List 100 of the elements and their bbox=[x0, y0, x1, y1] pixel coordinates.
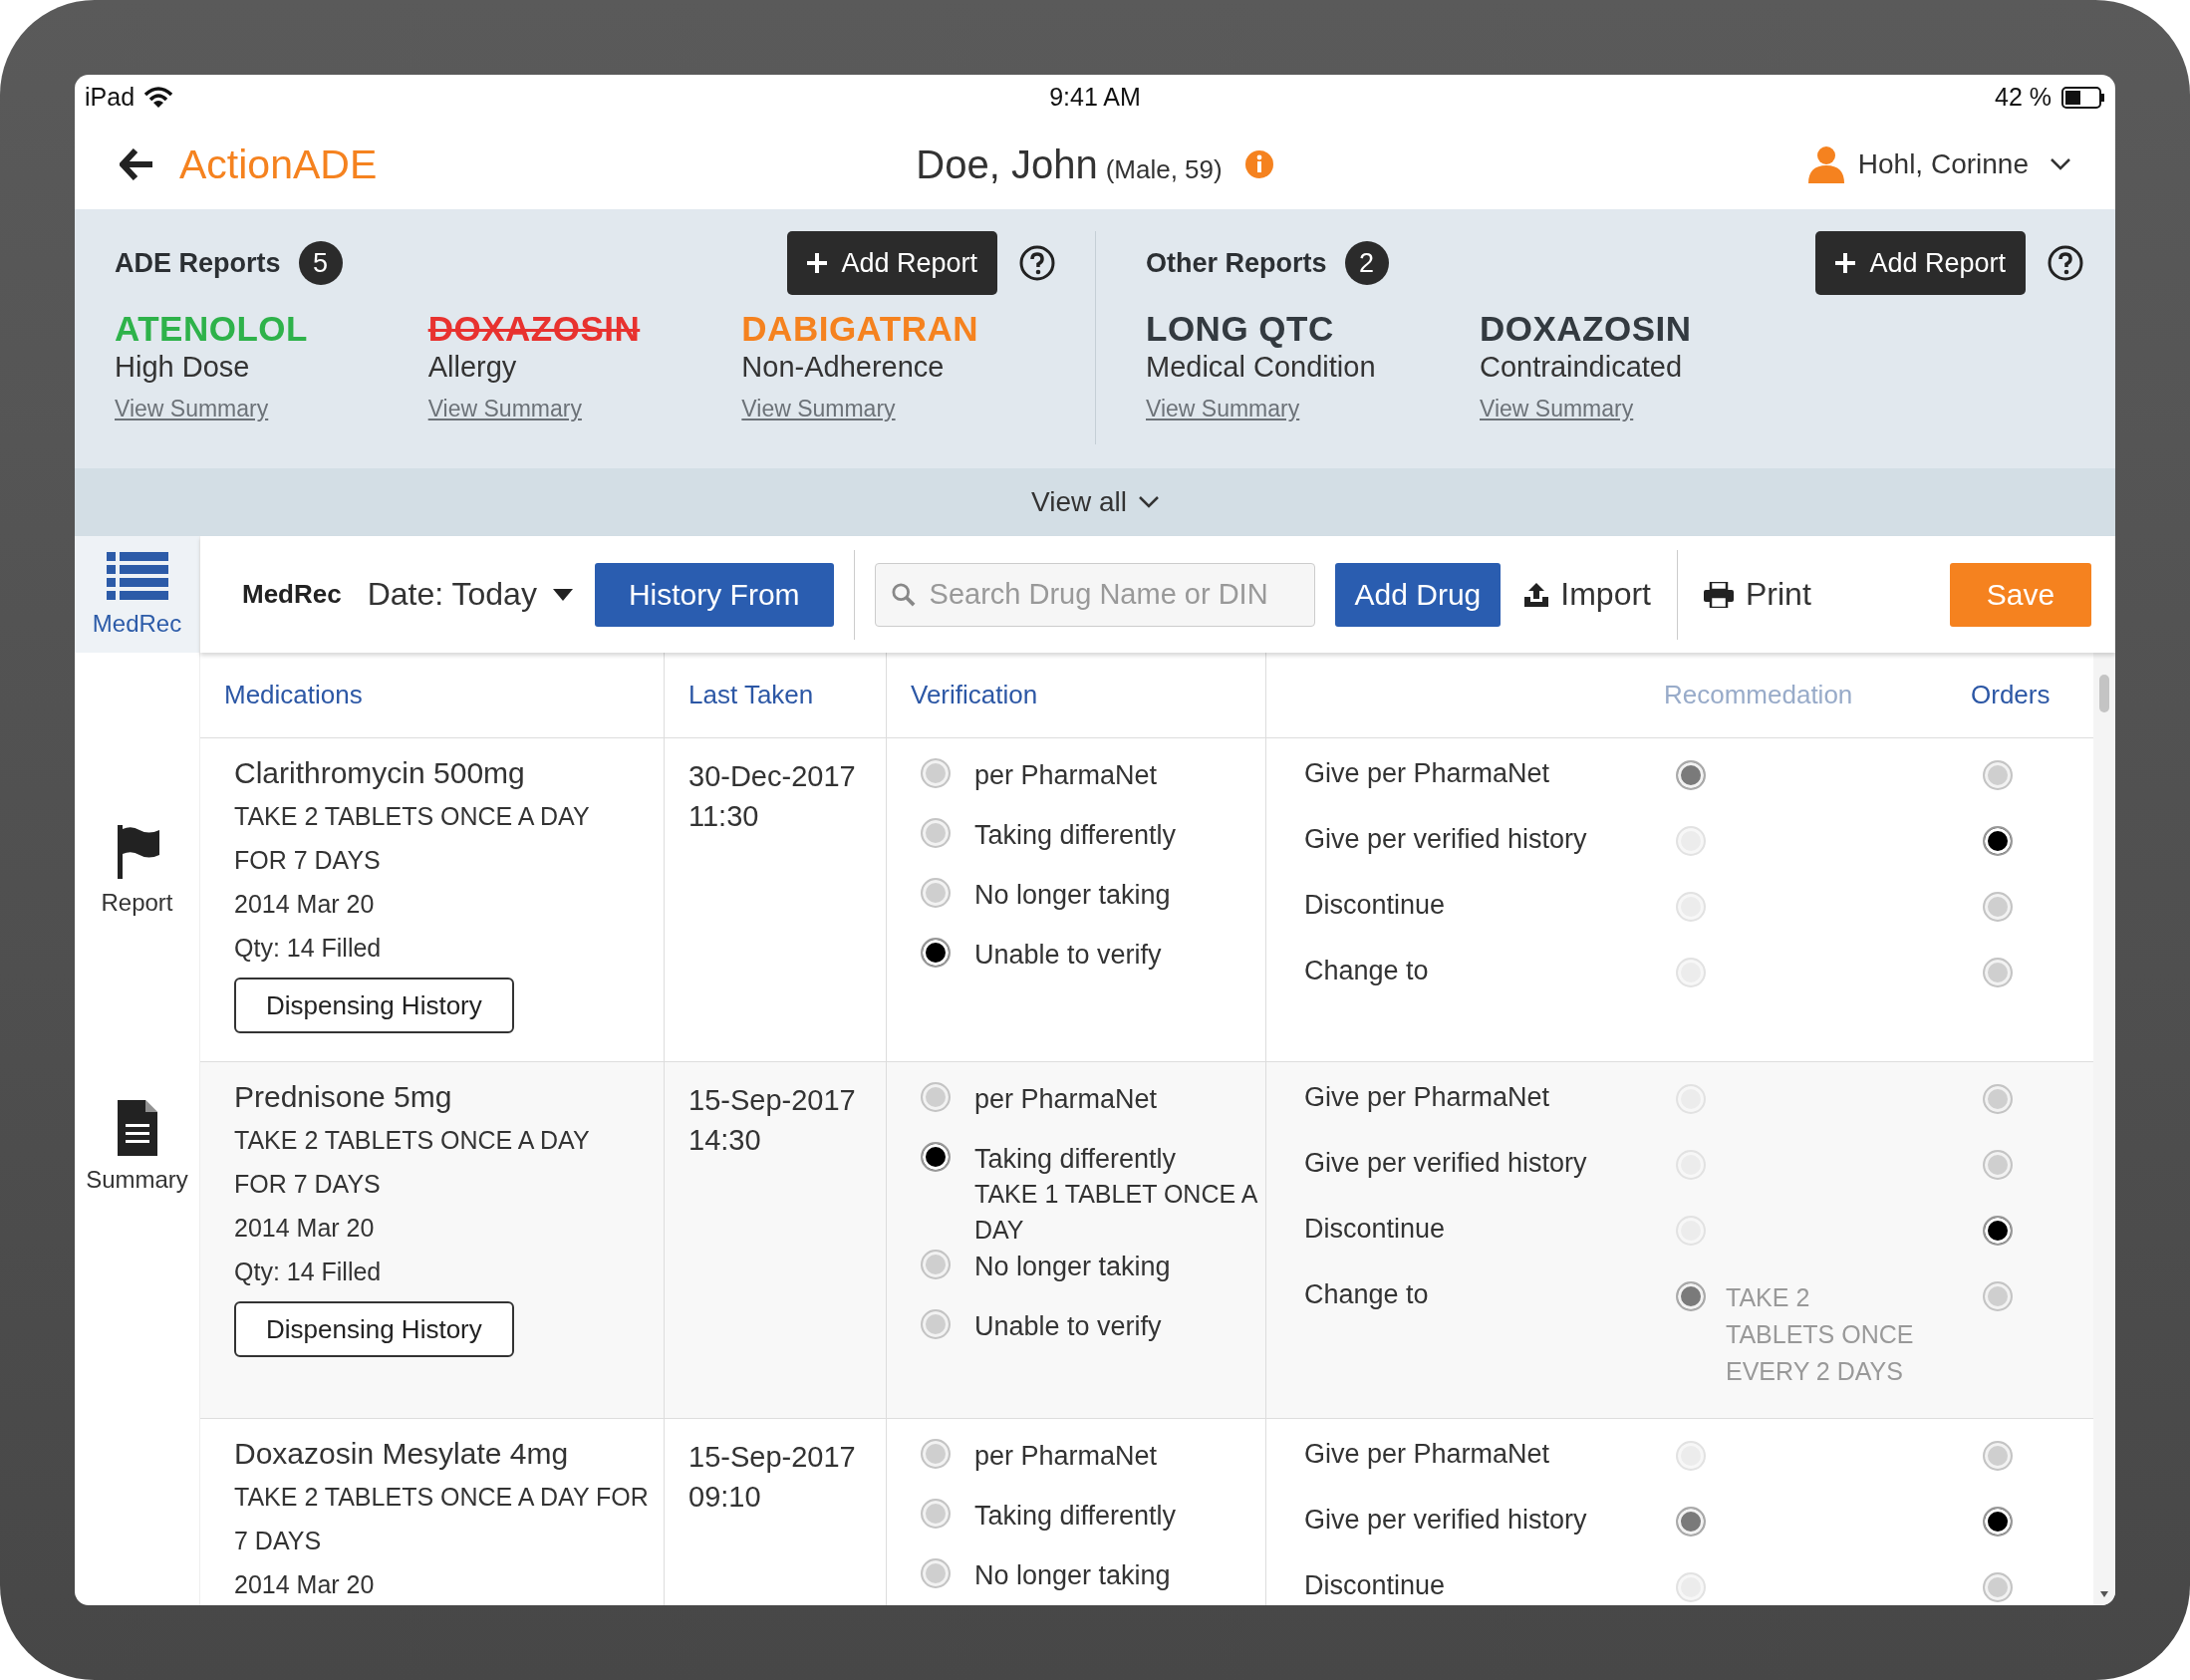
verification-option: Taking differently bbox=[974, 818, 1177, 852]
section-title: Other Reports bbox=[1146, 247, 1327, 279]
medication-detail: 2014 Mar 20 bbox=[234, 1213, 376, 1244]
date-dropdown[interactable]: Date: Today bbox=[367, 576, 573, 613]
medication-detail: TAKE 2 TABLETS ONCE A DAY FOR 7 DAYS bbox=[234, 1482, 650, 1556]
order-option: Give per PharmaNet bbox=[1304, 752, 1676, 818]
report-reason: Contraindicated bbox=[1480, 351, 1684, 384]
medication-detail: Qty: 14 Filled bbox=[234, 933, 383, 964]
import-button[interactable]: Import bbox=[1518, 576, 1657, 613]
drug-name: DOXAZOSIN bbox=[427, 309, 642, 349]
radio-button[interactable] bbox=[1983, 1084, 2013, 1114]
scrollbar[interactable] bbox=[2093, 653, 2115, 1605]
verification-option: No longer taking bbox=[974, 878, 1171, 912]
radio-button[interactable] bbox=[1676, 760, 1706, 790]
order-option: Give per verified history bbox=[1304, 818, 1676, 884]
view-all-button[interactable]: View all bbox=[1025, 485, 1165, 519]
view-summary-link[interactable]: View Summary bbox=[1480, 396, 1634, 422]
column-header: Recommedation bbox=[1664, 680, 1854, 710]
radio-button[interactable] bbox=[921, 1082, 951, 1112]
radio-button[interactable] bbox=[921, 1439, 951, 1469]
drug-name: ATENOLOL bbox=[115, 309, 309, 349]
order-option: Change to bbox=[1304, 950, 1676, 1015]
add-report-button[interactable]: Add Report bbox=[1815, 231, 2026, 295]
radio-button[interactable] bbox=[1983, 1441, 2013, 1471]
history-from-button[interactable]: History From bbox=[594, 562, 834, 627]
radio-button[interactable] bbox=[921, 1250, 951, 1279]
column-header: Verification bbox=[911, 680, 1038, 710]
help-icon[interactable] bbox=[1019, 245, 1055, 281]
last-taken-date: 15-Sep-2017 bbox=[688, 1083, 857, 1118]
search-icon bbox=[891, 581, 916, 608]
dispensing-history-button[interactable]: Dispensing History bbox=[234, 978, 514, 1033]
clock: 9:41 AM bbox=[1049, 83, 1141, 112]
recommendation-note: TAKE 2 TABLETS ONCE EVERY 2 DAYS bbox=[1726, 1282, 1915, 1387]
view-summary-link[interactable]: View Summary bbox=[1146, 396, 1300, 422]
verification-option: No longer taking bbox=[974, 1250, 1171, 1283]
radio-button[interactable] bbox=[1676, 1507, 1706, 1537]
app-title: ActionADE bbox=[179, 140, 378, 188]
count-badge: 2 bbox=[1344, 241, 1389, 285]
verification-note: TAKE 1 TABLET ONCE A DAY bbox=[974, 1179, 1258, 1246]
verification-option: per PharmaNet bbox=[974, 758, 1158, 792]
order-option: Change to bbox=[1304, 1273, 1676, 1390]
help-icon[interactable] bbox=[2048, 245, 2083, 281]
drug-name: LONG QTC bbox=[1146, 309, 1335, 349]
radio-button[interactable] bbox=[1983, 826, 2013, 856]
patient-info: (Male, 59) bbox=[1105, 153, 1223, 185]
medication-detail: TAKE 2 TABLETS ONCE A DAY bbox=[234, 801, 591, 832]
user-name[interactable]: Hohl, Corinne bbox=[1857, 148, 2029, 180]
upload-icon bbox=[1524, 582, 1549, 607]
verification-option: Taking differently bbox=[974, 1142, 1263, 1176]
add-drug-button[interactable]: Add Drug bbox=[1334, 562, 1502, 627]
order-option: Give per PharmaNet bbox=[1304, 1433, 1676, 1499]
radio-button[interactable] bbox=[1983, 1216, 2013, 1246]
verification-option: Taking differently bbox=[974, 1499, 1177, 1533]
order-option: Give per verified history bbox=[1304, 1499, 1676, 1564]
radio-button[interactable] bbox=[1983, 1281, 2013, 1311]
radio-button[interactable] bbox=[921, 878, 951, 908]
radio-button[interactable] bbox=[921, 1499, 951, 1529]
last-taken-time: 09:10 bbox=[688, 1480, 762, 1515]
last-taken-date: 30-Dec-2017 bbox=[688, 759, 857, 794]
scroll-down-icon[interactable] bbox=[2100, 1591, 2108, 1597]
medication-name: Prednisone 5mg bbox=[234, 1080, 453, 1114]
view-summary-link[interactable]: View Summary bbox=[115, 396, 269, 422]
view-summary-link[interactable]: View Summary bbox=[427, 396, 582, 422]
radio-button[interactable] bbox=[1983, 1150, 2013, 1180]
report-reason: Non-Adherence bbox=[741, 351, 946, 384]
verification-option: per PharmaNet bbox=[974, 1439, 1158, 1473]
scrollbar-thumb[interactable] bbox=[2099, 675, 2109, 712]
caret-down-icon bbox=[552, 588, 573, 601]
verification-option: per PharmaNet bbox=[974, 1082, 1158, 1116]
radio-button[interactable] bbox=[1676, 1281, 1706, 1311]
radio-button[interactable] bbox=[921, 938, 951, 968]
last-taken-time: 14:30 bbox=[688, 1123, 762, 1158]
radio-button[interactable] bbox=[921, 1558, 951, 1588]
radio-button[interactable] bbox=[921, 1142, 951, 1172]
back-arrow-icon[interactable] bbox=[120, 148, 153, 180]
info-icon[interactable] bbox=[1243, 149, 1274, 179]
plus-icon bbox=[807, 253, 828, 273]
column-header: Last Taken bbox=[688, 680, 814, 710]
radio-button[interactable] bbox=[921, 758, 951, 788]
view-summary-link[interactable]: View Summary bbox=[741, 396, 896, 422]
radio-button[interactable] bbox=[921, 1309, 951, 1339]
sidebar-item[interactable]: MedRec bbox=[75, 536, 199, 653]
radio-button[interactable] bbox=[1983, 1572, 2013, 1602]
medication-detail: Qty: 14 Filled bbox=[234, 1257, 383, 1287]
radio-button[interactable] bbox=[1983, 892, 2013, 922]
chevron-down-icon[interactable] bbox=[2051, 158, 2070, 170]
report-reason: Allergy bbox=[427, 351, 518, 384]
search-field[interactable]: Search Drug Name or DIN bbox=[874, 562, 1315, 627]
add-report-button[interactable]: Add Report bbox=[787, 231, 997, 295]
drug-name: DABIGATRAN bbox=[741, 309, 979, 349]
report-reason: High Dose bbox=[115, 351, 251, 384]
radio-button[interactable] bbox=[1983, 1507, 2013, 1537]
order-option: Give per verified history bbox=[1304, 1142, 1676, 1208]
radio-button[interactable] bbox=[921, 818, 951, 848]
order-option: Discontinue bbox=[1304, 884, 1676, 950]
dispensing-history-button[interactable]: Dispensing History bbox=[234, 1301, 514, 1357]
print-button[interactable]: Print bbox=[1698, 576, 1817, 613]
radio-button[interactable] bbox=[1983, 760, 2013, 790]
report-reason: Medical Condition bbox=[1146, 351, 1377, 384]
radio-button[interactable] bbox=[1983, 958, 2013, 987]
